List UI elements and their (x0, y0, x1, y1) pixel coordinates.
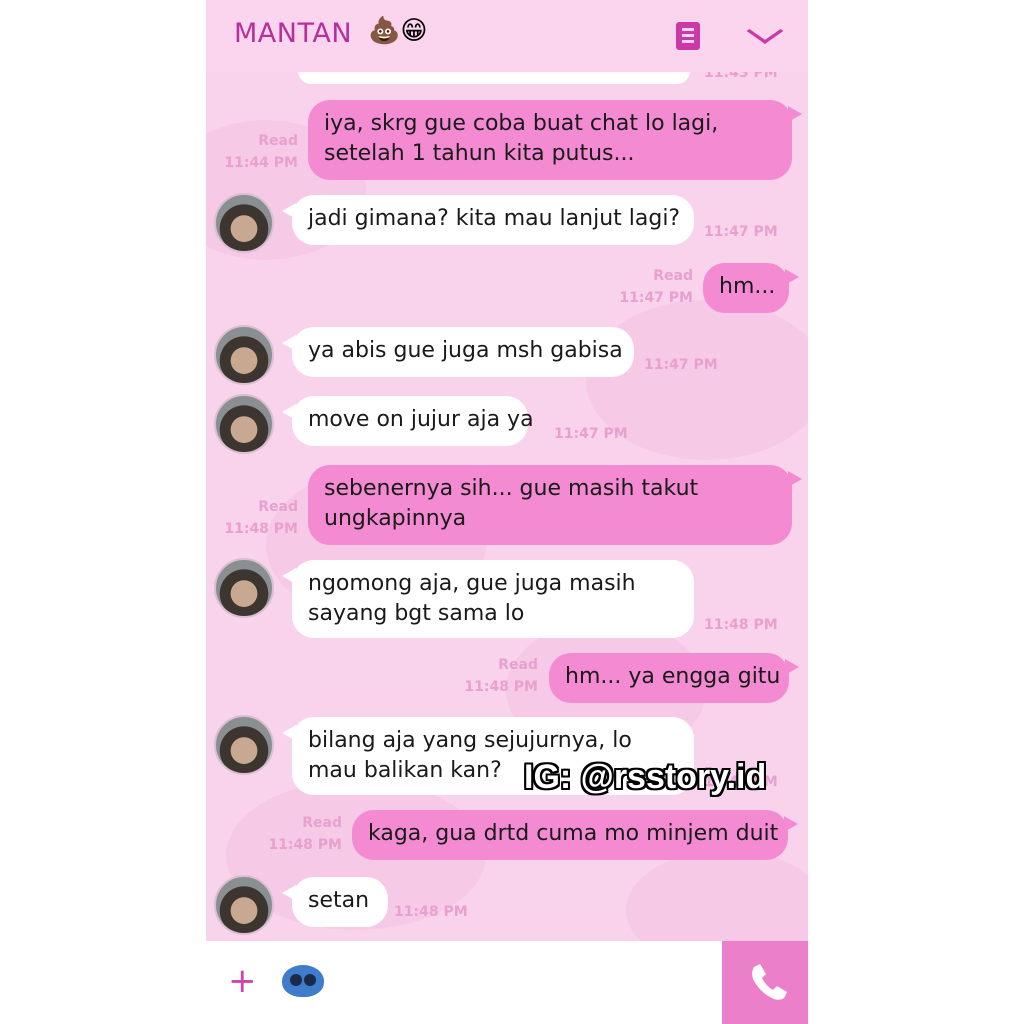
read-status: Read (653, 268, 693, 284)
incoming-message[interactable]: ngomong aja, gue juga masih sayang bgt sa… (282, 560, 694, 638)
message-meta: Read 11:48 PM (446, 654, 538, 698)
watermark: IG: @rsstory.id (524, 758, 767, 796)
message-text-line: ungkapinnya (324, 506, 467, 531)
incoming-message[interactable]: ya abis gue juga msh gabisa (282, 327, 634, 377)
message-text-line: iya, skrg gue coba buat chat lo lagi, (324, 111, 719, 136)
message-time: 11:47 PM (619, 290, 693, 306)
message-meta: Read 11:48 PM (250, 812, 342, 856)
message-meta: Read 11:47 PM (601, 265, 693, 309)
outgoing-message[interactable]: iya, skrg gue coba buat chat lo lagi, set… (308, 100, 802, 180)
outgoing-message[interactable]: kaga, gua drtd cuma mo minjem duit (352, 810, 798, 860)
message-meta: 11:48 PM (394, 901, 468, 923)
title-emoji: 💩😁 (368, 16, 428, 46)
incoming-message[interactable]: jadi gimana? kita mau lanjut lagi? (282, 195, 694, 245)
contact-avatar[interactable] (214, 325, 274, 385)
outgoing-message[interactable]: hm... ya engga gitu (549, 653, 799, 703)
contact-avatar[interactable] (214, 875, 274, 935)
phone-icon (752, 964, 787, 1000)
chevron-down-icon[interactable] (746, 18, 784, 44)
message-time: 11:48 PM (464, 679, 538, 695)
message-meta: 11:47 PM (554, 423, 628, 445)
message-meta: 11:47 PM (644, 354, 718, 376)
message-text-line: bilang aja yang sejujurnya, lo (308, 728, 632, 753)
message-time: 11:47 PM (554, 426, 628, 442)
contact-avatar[interactable] (214, 558, 274, 618)
contact-avatar[interactable] (214, 193, 274, 253)
message-time: 11:48 PM (394, 904, 468, 920)
message-text-line: jadi gimana? kita mau lanjut lagi? (308, 206, 681, 231)
plus-icon[interactable]: + (228, 961, 257, 1001)
message-text-line: sayang bgt sama lo (308, 601, 525, 626)
outgoing-message[interactable]: sebenernya sih... gue masih takut ungkapi… (308, 465, 802, 545)
read-status: Read (258, 133, 298, 149)
read-status: Read (302, 815, 342, 831)
contact-avatar[interactable] (214, 715, 274, 775)
chat-footer: + (206, 941, 808, 1024)
incoming-message[interactable]: move on jujur aja ya (282, 396, 534, 446)
chat-header: MANTAN 💩😁 (206, 0, 808, 72)
message-text-line: hm... (719, 274, 776, 299)
message-meta: Read 11:44 PM (206, 130, 298, 174)
read-status: Read (258, 499, 298, 515)
call-button[interactable] (722, 941, 808, 1024)
message-time: 11:48 PM (268, 837, 342, 853)
message-time: 11:48 PM (224, 521, 298, 537)
message-text-line: move on jujur aja ya (308, 407, 534, 432)
message-text-line: kaga, gua drtd cuma mo minjem duit (368, 821, 779, 846)
stitch-sticker-icon[interactable] (282, 965, 324, 997)
contact-avatar[interactable] (214, 394, 274, 454)
message-text-line: ya abis gue juga msh gabisa (308, 338, 623, 363)
menu-icon[interactable] (676, 22, 700, 50)
message-text-line: ngomong aja, gue juga masih (308, 571, 636, 596)
incoming-message[interactable]: setan (282, 877, 388, 927)
message-meta: 11:48 PM (704, 614, 778, 636)
message-text-line: setelah 1 tahun kita putus... (324, 141, 635, 166)
message-time: 11:47 PM (704, 224, 778, 240)
chat-screen: MANTAN 💩😁 iya, skrg gue coba buat chat l… (206, 0, 808, 1024)
chat-title: MANTAN (234, 18, 353, 49)
message-time: 11:48 PM (704, 617, 778, 633)
read-status: Read (498, 657, 538, 673)
message-meta: Read 11:48 PM (206, 496, 298, 540)
message-time: 11:44 PM (224, 155, 298, 171)
message-time: 11:47 PM (644, 357, 718, 373)
outgoing-message[interactable]: hm... (703, 263, 799, 313)
message-meta: 11:47 PM (704, 221, 778, 243)
message-text-line: hm... ya engga gitu (565, 664, 781, 689)
message-text-line: setan (308, 888, 370, 913)
message-text-line: sebenernya sih... gue masih takut (324, 476, 699, 501)
